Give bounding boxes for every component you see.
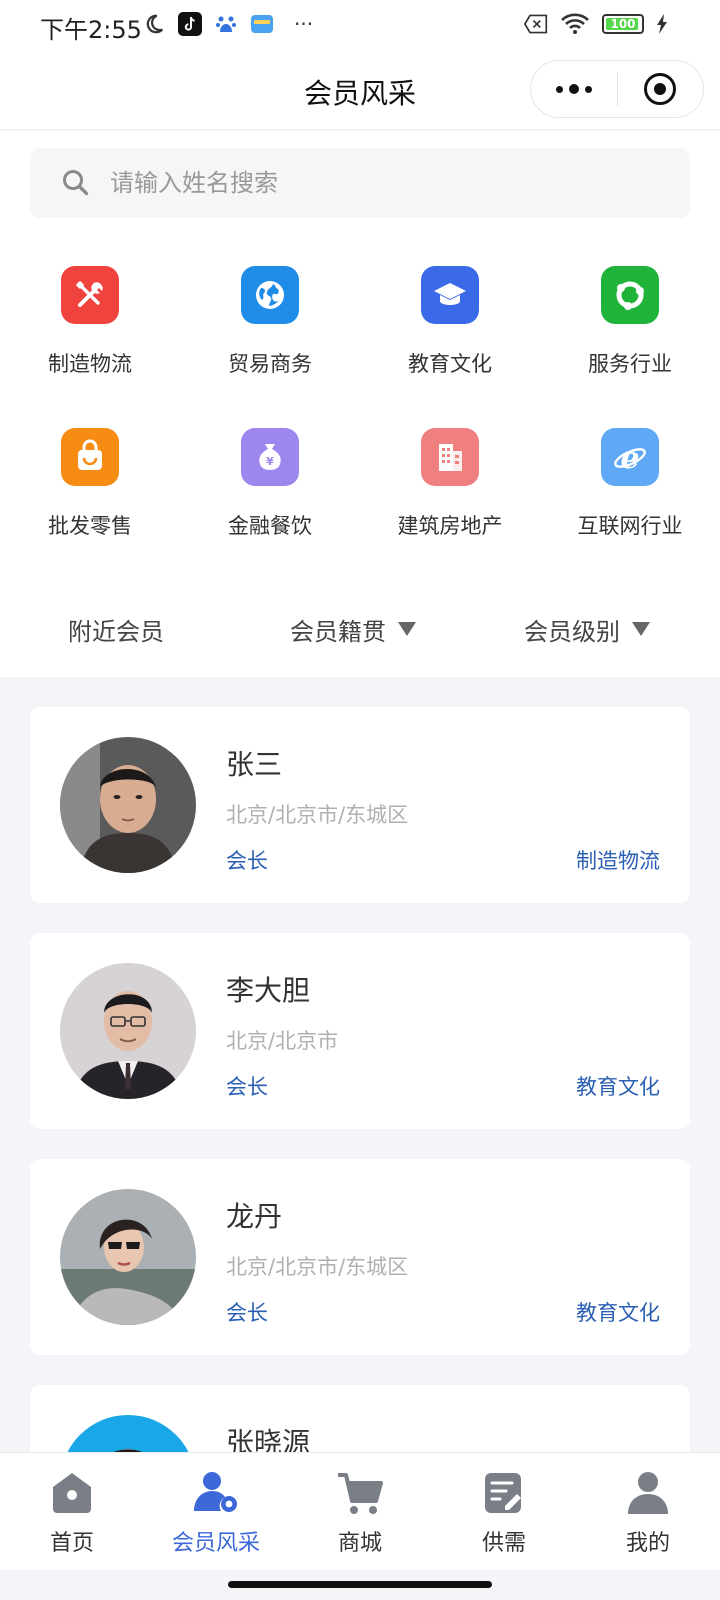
- filter-bar: 附近会员 会员籍贯 会员级别: [0, 599, 720, 659]
- tab-mine[interactable]: 我的: [576, 1453, 720, 1570]
- member-location: 北京/北京市: [226, 1029, 339, 1053]
- charging-bolt-icon: [656, 12, 668, 36]
- more-menu-button[interactable]: [531, 61, 617, 117]
- filter-label: 附近会员: [68, 617, 164, 646]
- wrench-screwdriver-icon: [61, 266, 119, 324]
- graduation-cap-icon: [421, 266, 479, 324]
- top-panel: 制造物流 贸易商务 教育文化 服务行业 批发零售: [0, 131, 720, 677]
- navigation-bar: 会员风采: [0, 52, 720, 130]
- member-role: 会长: [226, 849, 268, 873]
- status-bar: 下午2:55 ··· 100: [0, 0, 720, 52]
- miniprogram-capsule: [530, 60, 704, 118]
- note-edit-icon: [480, 1469, 528, 1517]
- baidu-app-icon: [214, 12, 238, 36]
- filter-label: 会员籍贯: [290, 617, 386, 646]
- status-time: 下午2:55: [40, 16, 142, 44]
- money-bag-icon: ¥: [241, 428, 299, 486]
- member-card[interactable]: 李大胆 北京/北京市 会长 教育文化: [30, 933, 690, 1129]
- category-service-industry[interactable]: 服务行业: [540, 266, 720, 378]
- tab-mall[interactable]: 商城: [288, 1453, 432, 1570]
- member-role: 会长: [226, 1301, 268, 1325]
- no-sim-icon: [524, 12, 548, 36]
- member-industry: 制造物流: [576, 849, 660, 873]
- service-ring-icon: [601, 266, 659, 324]
- category-label: 批发零售: [48, 514, 132, 538]
- moon-icon: [142, 12, 166, 36]
- search-icon: [63, 170, 89, 196]
- globe-icon: [241, 266, 299, 324]
- category-label: 互联网行业: [577, 514, 683, 538]
- avatar: [60, 963, 196, 1099]
- dropdown-triangle-icon: [632, 622, 650, 636]
- tab-home[interactable]: 首页: [0, 1453, 144, 1570]
- category-education-culture[interactable]: 教育文化: [360, 266, 540, 378]
- avatar: [60, 737, 196, 873]
- home-indicator[interactable]: [228, 1581, 492, 1588]
- svg-text:¥: ¥: [266, 455, 274, 468]
- filter-member-origin[interactable]: 会员籍贯: [290, 612, 416, 647]
- tab-supply-demand[interactable]: 供需: [432, 1453, 576, 1570]
- shopping-bag-icon: [61, 428, 119, 486]
- member-card[interactable]: 张三 北京/北京市/东城区 会长 制造物流: [30, 707, 690, 903]
- user-icon: [624, 1469, 672, 1517]
- wallet-app-icon: [250, 12, 274, 36]
- category-label: 教育文化: [408, 352, 492, 376]
- tab-label: 我的: [625, 1531, 670, 1556]
- member-industry: 教育文化: [576, 1301, 660, 1325]
- member-location: 北京/北京市/东城区: [226, 803, 409, 827]
- svg-text:e: e: [620, 441, 639, 476]
- tab-label: 供需: [481, 1531, 526, 1556]
- battery-icon: 100: [602, 14, 644, 34]
- filter-nearby-members[interactable]: 附近会员: [68, 612, 164, 647]
- ie-browser-icon: e: [601, 428, 659, 486]
- home-icon: [48, 1469, 96, 1517]
- more-dots-icon: [555, 84, 592, 94]
- category-grid: 制造物流 贸易商务 教育文化 服务行业 批发零售 ¥ 金融餐饮 建筑房地产 e …: [0, 266, 720, 540]
- category-label: 制造物流: [48, 352, 132, 376]
- member-card[interactable]: 龙丹 北京/北京市/东城区 会长 教育文化: [30, 1159, 690, 1355]
- category-label: 建筑房地产: [397, 514, 503, 538]
- member-role: 会长: [226, 1075, 268, 1099]
- tab-label: 首页: [49, 1531, 94, 1556]
- more-notifications-indicator: ···: [294, 12, 314, 36]
- category-construction-realestate[interactable]: 建筑房地产: [360, 428, 540, 540]
- category-trade-business[interactable]: 贸易商务: [180, 266, 360, 378]
- status-right-icons: 100: [524, 12, 668, 36]
- member-location: 北京/北京市/东城区: [226, 1255, 409, 1279]
- tab-label: 商城: [337, 1531, 382, 1556]
- bottom-tab-bar: 首页 会员风采 商城 供需 我的: [0, 1452, 720, 1570]
- filter-member-level[interactable]: 会员级别: [524, 612, 650, 647]
- search-bar[interactable]: [30, 148, 690, 218]
- building-icon: [421, 428, 479, 486]
- category-finance-catering[interactable]: ¥ 金融餐饮: [180, 428, 360, 540]
- status-notification-icons: ···: [142, 12, 313, 36]
- category-manufacturing-logistics[interactable]: 制造物流: [0, 266, 180, 378]
- search-input[interactable]: [110, 169, 610, 197]
- avatar: [60, 1189, 196, 1325]
- dropdown-triangle-icon: [398, 622, 416, 636]
- member-name: 李大胆: [226, 974, 311, 1007]
- category-wholesale-retail[interactable]: 批发零售: [0, 428, 180, 540]
- tab-member-showcase[interactable]: 会员风采: [144, 1453, 288, 1570]
- category-label: 服务行业: [588, 352, 672, 376]
- member-icon: [192, 1469, 240, 1517]
- member-name: 龙丹: [226, 1200, 283, 1233]
- battery-level: 100: [610, 17, 636, 31]
- cart-icon: [336, 1469, 384, 1517]
- category-internet-industry[interactable]: e 互联网行业: [540, 428, 720, 540]
- close-miniprogram-button[interactable]: [618, 61, 704, 117]
- member-name: 张三: [226, 748, 283, 781]
- category-label: 贸易商务: [228, 352, 312, 376]
- tiktok-icon: [178, 12, 202, 36]
- target-circle-icon: [644, 73, 677, 105]
- tab-label: 会员风采: [171, 1531, 260, 1556]
- member-industry: 教育文化: [576, 1075, 660, 1099]
- wifi-icon: [560, 12, 590, 36]
- category-label: 金融餐饮: [228, 514, 312, 538]
- filter-label: 会员级别: [524, 617, 620, 646]
